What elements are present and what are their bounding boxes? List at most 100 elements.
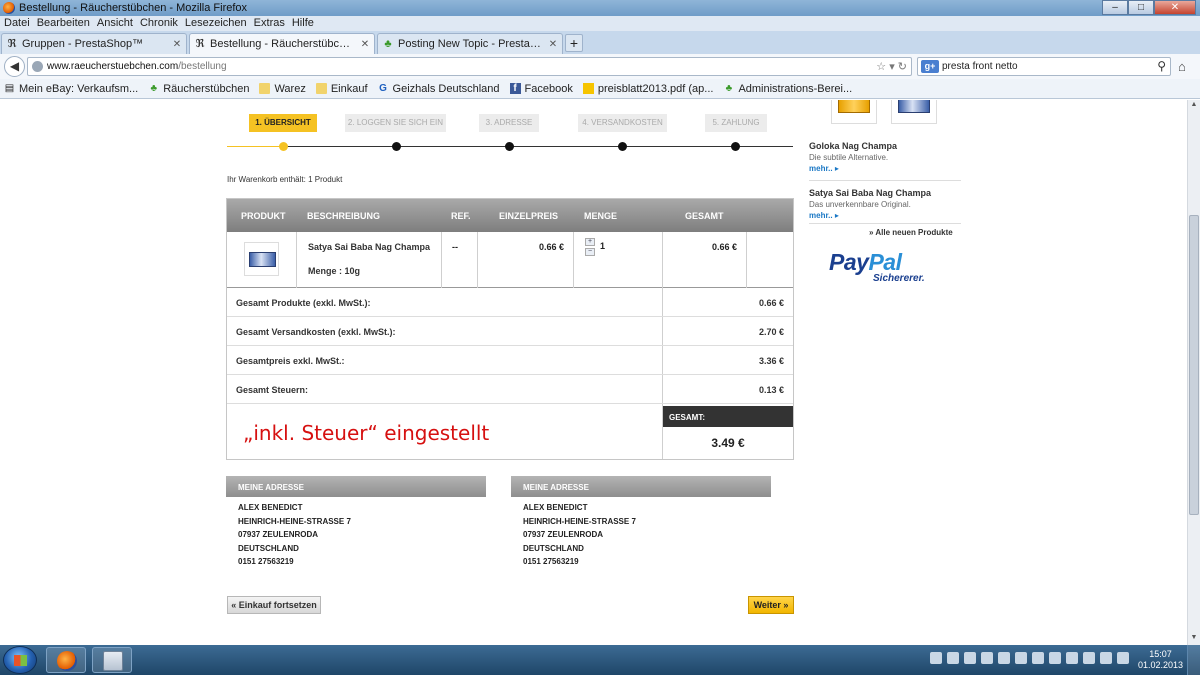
tab-bar: ℜ Gruppen - PrestaShop™ ✕ ℜ Bestellung -… bbox=[0, 31, 1200, 54]
tray-icon[interactable] bbox=[947, 652, 959, 664]
sidebar-product-name[interactable]: Goloka Nag Champa bbox=[809, 141, 897, 151]
step-dot-4 bbox=[618, 142, 627, 151]
firefox-icon bbox=[57, 651, 77, 671]
delivery-address: MEINE ADRESSE ALEX BENEDICT HEINRICH-HEI… bbox=[226, 476, 486, 569]
summary-value: 2.70 € bbox=[758, 327, 784, 337]
menu-hilfe[interactable]: Hilfe bbox=[292, 16, 314, 31]
taskbar-firefox[interactable] bbox=[46, 647, 86, 673]
sidebar-more-link[interactable]: mehr.. ▸ bbox=[809, 164, 839, 173]
menu-bar: Datei Bearbeiten Ansicht Chronik Lesezei… bbox=[0, 16, 1200, 31]
scrollbar-thumb[interactable] bbox=[1189, 215, 1199, 515]
tray-icon[interactable] bbox=[1083, 652, 1095, 664]
summary-value: 0.13 € bbox=[758, 385, 784, 395]
address-name: ALEX BENEDICT bbox=[238, 503, 303, 512]
page-content: 1. ÜBERSICHT 2. LOGGEN SIE SICH EIN 3. A… bbox=[0, 100, 1187, 645]
step-dot-2 bbox=[392, 142, 401, 151]
summary-row: Gesamt Produkte (exkl. MwSt.): 0.66 € bbox=[227, 288, 793, 317]
sidebar-product-desc: Die subtile Alternative. bbox=[809, 153, 889, 162]
tray-icon[interactable] bbox=[1100, 652, 1112, 664]
tab-close-icon[interactable]: ✕ bbox=[548, 39, 558, 50]
bookmarks-toolbar: ▤ Mein eBay: Verkaufsm... ♣ Räucherstübche… bbox=[0, 79, 1200, 99]
address-phone: 0151 27563219 bbox=[238, 557, 294, 566]
table-header: PRODUKT BESCHREIBUNG REF. EINZELPREIS ME… bbox=[227, 199, 793, 232]
new-tab-button[interactable]: + bbox=[565, 34, 583, 52]
windows-logo-icon bbox=[14, 655, 27, 666]
step-payment: 5. ZAHLUNG bbox=[705, 114, 767, 132]
system-clock[interactable]: 15:07 01.02.2013 bbox=[1138, 649, 1183, 671]
grand-total-label: GESAMT: bbox=[663, 406, 793, 427]
bookmark-facebook[interactable]: f Facebook bbox=[509, 83, 573, 95]
leaf-icon: ♣ bbox=[384, 38, 392, 50]
product-thumbnail[interactable] bbox=[244, 242, 279, 276]
product-thumbnail-goloka[interactable] bbox=[831, 100, 877, 124]
page-scrollbar[interactable]: ▲ ▼ bbox=[1187, 100, 1200, 645]
search-engine-icon[interactable]: g+ bbox=[921, 60, 939, 73]
start-button[interactable] bbox=[3, 646, 37, 674]
tab-gruppen[interactable]: ℜ Gruppen - PrestaShop™ ✕ bbox=[1, 33, 187, 54]
bookmark-label: Einkauf bbox=[330, 82, 368, 95]
url-bar[interactable]: www.raeucherstuebchen.com/bestellung ☆ ▾… bbox=[27, 57, 912, 76]
menu-ansicht[interactable]: Ansicht bbox=[97, 16, 133, 31]
chevron-right-icon: ▸ bbox=[834, 211, 839, 220]
bookmark-warez[interactable]: Warez bbox=[259, 83, 306, 95]
product-ref: -- bbox=[452, 242, 458, 252]
bookmark-geizhals[interactable]: G Geizhals Deutschland bbox=[378, 83, 499, 95]
menu-lesezeichen[interactable]: Lesezeichen bbox=[185, 16, 247, 31]
ebay-icon: ▤ bbox=[4, 83, 15, 94]
tab-bestellung[interactable]: ℜ Bestellung - Räucherstübchen ✕ bbox=[189, 33, 375, 54]
show-desktop-button[interactable] bbox=[1187, 645, 1200, 675]
more-label: mehr.. bbox=[809, 211, 833, 220]
menu-chronik[interactable]: Chronik bbox=[140, 16, 178, 31]
bookmark-einkauf[interactable]: Einkauf bbox=[315, 82, 368, 95]
tray-icon[interactable] bbox=[1049, 652, 1061, 664]
bookmark-raeucherstuebchen[interactable]: ♣ Räucherstübchen bbox=[148, 83, 249, 95]
scroll-up-icon[interactable]: ▲ bbox=[1189, 101, 1199, 111]
summary-value: 0.66 € bbox=[758, 298, 784, 308]
tray-icon[interactable] bbox=[964, 652, 976, 664]
quantity-decrease-button[interactable]: − bbox=[585, 248, 595, 256]
tray-icon[interactable] bbox=[998, 652, 1010, 664]
bookmark-ebay[interactable]: ▤ Mein eBay: Verkaufsm... bbox=[4, 83, 138, 95]
menu-bearbeiten[interactable]: Bearbeiten bbox=[37, 16, 90, 31]
tax-annotation: „inkl. Steuer“ eingestellt bbox=[243, 421, 490, 445]
close-button[interactable]: ✕ bbox=[1154, 0, 1196, 15]
back-button[interactable]: ◀ bbox=[4, 56, 25, 77]
taskbar-calculator[interactable] bbox=[92, 647, 132, 673]
minimize-button[interactable]: – bbox=[1102, 0, 1128, 15]
navigation-bar: ◀ www.raeucherstuebchen.com/bestellung ☆… bbox=[0, 54, 1200, 79]
search-icon[interactable]: ⚲ bbox=[1157, 59, 1166, 73]
bookmark-star-icon[interactable]: ☆ ▾ ↻ bbox=[876, 60, 907, 73]
maximize-button[interactable]: □ bbox=[1128, 0, 1154, 15]
menu-extras[interactable]: Extras bbox=[254, 16, 285, 31]
home-icon[interactable]: ⌂ bbox=[1178, 59, 1186, 74]
tray-icon[interactable] bbox=[1032, 652, 1044, 664]
tray-icon[interactable] bbox=[930, 652, 942, 664]
quantity-increase-button[interactable]: + bbox=[585, 238, 595, 246]
sidebar-product-name[interactable]: Satya Sai Baba Nag Champa bbox=[809, 188, 931, 198]
tab-close-icon[interactable]: ✕ bbox=[172, 39, 182, 50]
next-button[interactable]: Weiter » bbox=[748, 596, 794, 614]
product-name[interactable]: Satya Sai Baba Nag Champa bbox=[308, 242, 430, 252]
chevron-right-icon: ▸ bbox=[834, 164, 839, 173]
product-thumbnail-satya[interactable] bbox=[891, 100, 937, 124]
menu-datei[interactable]: Datei bbox=[4, 16, 30, 31]
bookmark-admin[interactable]: ♣ Administrations-Berei... bbox=[723, 83, 853, 95]
tab-close-icon[interactable]: ✕ bbox=[360, 39, 370, 50]
continue-shopping-button[interactable]: « Einkauf fortsetzen bbox=[227, 596, 321, 614]
search-bar[interactable]: g+ presta front netto ⚲ bbox=[917, 57, 1171, 76]
tray-icon[interactable] bbox=[1117, 652, 1129, 664]
sidebar-more-link[interactable]: mehr.. ▸ bbox=[809, 211, 839, 220]
progress-line bbox=[283, 146, 793, 147]
tray-icon[interactable] bbox=[1015, 652, 1027, 664]
tab-posting[interactable]: ♣ Posting New Topic - PrestaShop Foru...… bbox=[377, 33, 563, 54]
bookmark-label: preisblatt2013.pdf (ap... bbox=[597, 82, 714, 95]
leaf-icon: ♣ bbox=[150, 83, 157, 94]
step-overview: 1. ÜBERSICHT bbox=[249, 114, 317, 132]
all-new-products-link[interactable]: » Alle neuen Produkte bbox=[869, 228, 953, 237]
product-total: 0.66 € bbox=[712, 242, 738, 252]
paypal-logo[interactable]: PayPal Sichererer. bbox=[829, 249, 925, 284]
tray-icon[interactable] bbox=[981, 652, 993, 664]
scroll-down-icon[interactable]: ▼ bbox=[1189, 634, 1199, 644]
bookmark-preisblatt[interactable]: preisblatt2013.pdf (ap... bbox=[582, 82, 714, 95]
tray-icon[interactable] bbox=[1066, 652, 1078, 664]
